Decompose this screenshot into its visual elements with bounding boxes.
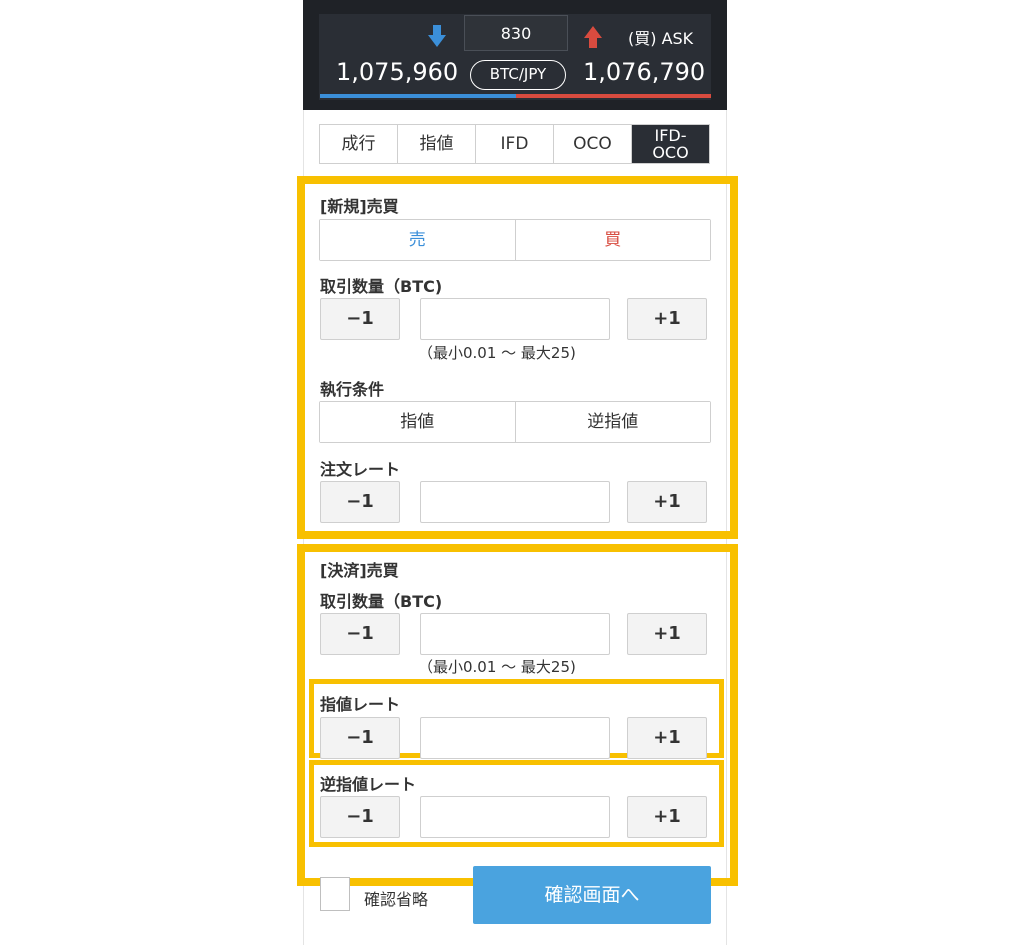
order-rate-plus-button[interactable]: +1 — [627, 481, 707, 523]
settle-qty-hint: （最小0.01 〜 最大25) — [418, 658, 576, 676]
order-type-tabs: 成行 指値 IFD OCO IFD- OCO — [319, 124, 710, 164]
exec-limit-button[interactable]: 指値 — [320, 402, 516, 442]
exec-stop-button[interactable]: 逆指値 — [515, 402, 710, 442]
tab-oco[interactable]: OCO — [554, 125, 632, 163]
buy-button[interactable]: 買 — [515, 220, 710, 260]
limit-rate-input[interactable] — [420, 717, 610, 759]
tab-limit[interactable]: 指値 — [398, 125, 476, 163]
settle-qty-title: 取引数量（BTC) — [320, 592, 443, 611]
order-rate-input[interactable] — [420, 481, 610, 523]
stop-rate-input[interactable] — [420, 796, 610, 838]
tab-ifd-oco[interactable]: IFD- OCO — [632, 125, 709, 163]
exec-condition-selector: 指値 逆指値 — [319, 401, 711, 443]
ask-bar — [516, 94, 711, 98]
new-qty-title: 取引数量（BTC) — [320, 277, 443, 296]
limit-rate-minus-button[interactable]: −1 — [320, 717, 400, 759]
order-rate-minus-button[interactable]: −1 — [320, 481, 400, 523]
new-qty-plus-button[interactable]: +1 — [627, 298, 707, 340]
settle-side-title: [決済]売買 — [320, 561, 399, 580]
stop-rate-title: 逆指値レート — [320, 775, 417, 794]
new-side-title: [新規]売買 — [320, 197, 399, 216]
side-selector: 売 買 — [319, 219, 711, 261]
skip-confirm-label[interactable]: 確認省略 — [364, 886, 428, 910]
ask-label: (買) ASK — [628, 29, 694, 48]
limit-rate-title: 指値レート — [320, 695, 401, 714]
arrow-up-icon — [584, 26, 602, 48]
new-qty-input[interactable] — [420, 298, 610, 340]
tab-ifd[interactable]: IFD — [476, 125, 554, 163]
settle-qty-input[interactable] — [420, 613, 610, 655]
stop-rate-minus-button[interactable]: −1 — [320, 796, 400, 838]
bid-bar — [320, 94, 516, 98]
tab-market[interactable]: 成行 — [320, 125, 398, 163]
ask-price[interactable]: 1,076,790 — [583, 58, 705, 86]
sell-button[interactable]: 売 — [320, 220, 516, 260]
settle-qty-plus-button[interactable]: +1 — [627, 613, 707, 655]
arrow-down-icon — [428, 25, 446, 47]
bid-label: BID (売) — [27, 29, 89, 48]
settle-qty-minus-button[interactable]: −1 — [320, 613, 400, 655]
bid-price[interactable]: 1,075,960 — [336, 58, 458, 86]
currency-pair-badge[interactable]: BTC/JPY — [470, 60, 566, 90]
new-qty-hint: （最小0.01 〜 最大25) — [418, 344, 576, 362]
spread-value: 830 — [464, 15, 568, 51]
skip-confirm-checkbox[interactable] — [320, 877, 350, 911]
confirm-button[interactable]: 確認画面へ — [473, 866, 711, 924]
tab-ifd-oco-line2: OCO — [652, 143, 689, 162]
exec-condition-title: 執行条件 — [320, 380, 385, 399]
new-qty-minus-button[interactable]: −1 — [320, 298, 400, 340]
stop-rate-plus-button[interactable]: +1 — [627, 796, 707, 838]
order-rate-title: 注文レート — [320, 460, 401, 479]
limit-rate-plus-button[interactable]: +1 — [627, 717, 707, 759]
